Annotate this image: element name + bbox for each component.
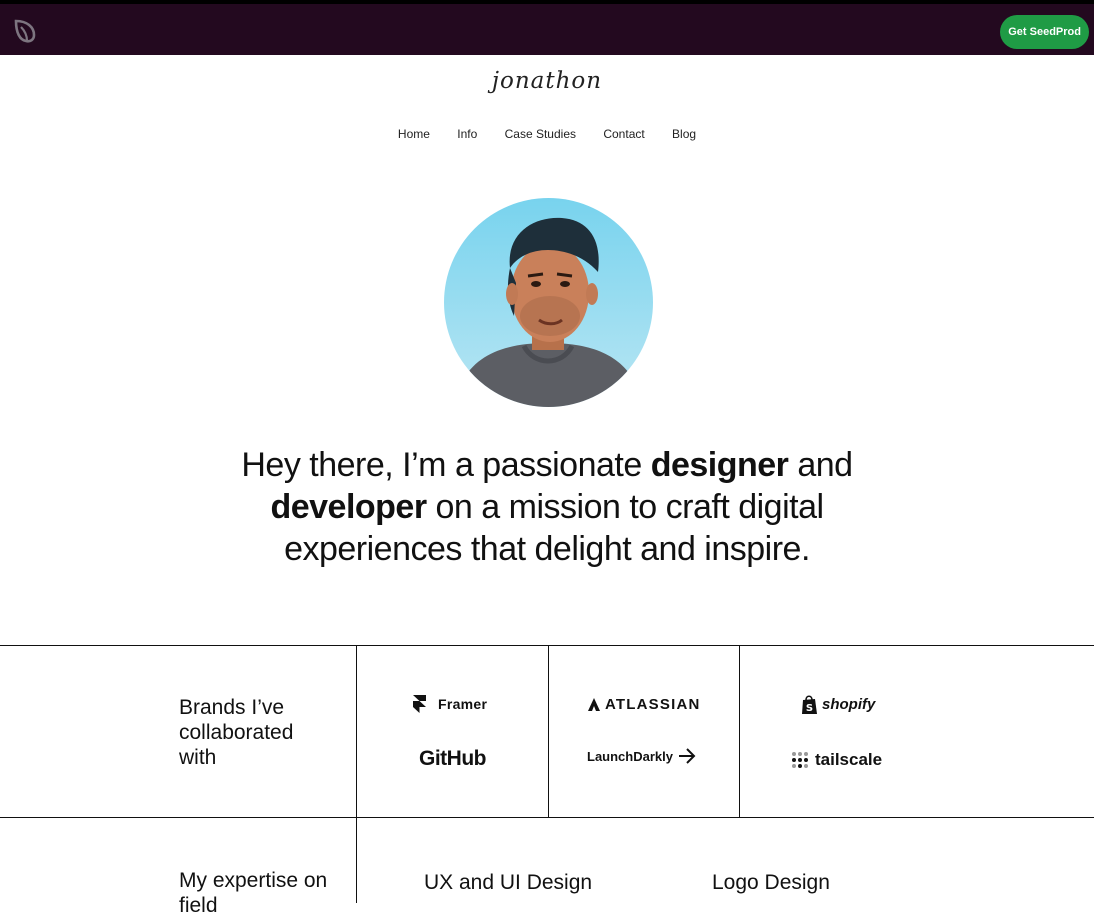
- hero-bold-developer: developer: [270, 488, 427, 526]
- profile-photo: [444, 198, 653, 407]
- get-seedprod-button[interactable]: Get SeedProd: [1000, 15, 1089, 49]
- brands-label-line: collaborated: [179, 721, 294, 744]
- skill-ux-ui-design: UX and UI Design: [424, 871, 593, 894]
- expertise-label-line: My expertise on: [179, 869, 328, 892]
- brands-label-line: Brands I’ve: [179, 696, 285, 719]
- nav-item-blog[interactable]: Blog: [672, 127, 696, 141]
- framer-logo-text: Framer: [438, 696, 488, 712]
- hero-bold-designer: designer: [650, 446, 789, 484]
- nav-item-info[interactable]: Info: [457, 127, 477, 141]
- divider-top: [0, 645, 1094, 646]
- column-divider-3: [739, 645, 740, 817]
- column-divider-1: [356, 645, 357, 903]
- hero-text-part-1: Hey there, I’m a passionate: [241, 446, 651, 484]
- github-logo-text: GitHub: [419, 747, 486, 770]
- tailscale-logo-text: tailscale: [815, 750, 883, 769]
- hero-text-part-4: experiences that delight and inspire.: [284, 530, 810, 568]
- atlassian-icon: [588, 698, 600, 711]
- hero-text-part-2: and: [788, 446, 853, 484]
- seedprod-leaf-icon[interactable]: [13, 18, 37, 44]
- launchdarkly-logo: LaunchDarkly: [587, 747, 697, 765]
- divider-middle: [0, 817, 1094, 818]
- main-nav: Home Info Case Studies Contact Blog: [0, 127, 1094, 141]
- nav-item-case-studies[interactable]: Case Studies: [505, 127, 576, 141]
- expertise-label-line: field: [179, 894, 218, 917]
- brands-section-label: Brands I’ve collaborated with: [179, 695, 293, 770]
- shopify-logo: S shopify: [801, 694, 875, 715]
- site-logo-text[interactable]: jonathon: [0, 68, 1094, 94]
- skill-logo-design: Logo Design: [712, 871, 830, 894]
- shopify-bag-icon: S: [802, 695, 817, 714]
- atlassian-logo: ATLASSIAN: [587, 696, 701, 713]
- hero-statement: Hey there, I’m a passionate designer and…: [200, 444, 894, 570]
- hero-text-part-3: on a mission to craft digital: [426, 488, 825, 526]
- launchdarkly-arrow-icon: [678, 748, 696, 764]
- nav-item-home[interactable]: Home: [398, 127, 430, 141]
- framer-icon: [413, 695, 426, 713]
- atlassian-logo-text: ATLASSIAN: [605, 696, 701, 713]
- top-bar: Get SeedProd: [0, 0, 1094, 55]
- framer-logo: Framer: [412, 694, 487, 714]
- nav-item-contact[interactable]: Contact: [603, 127, 644, 141]
- github-logo: GitHub: [419, 747, 486, 771]
- brands-label-line: with: [179, 746, 217, 769]
- tailscale-logo: tailscale: [791, 750, 882, 770]
- tailscale-dots-icon: [792, 752, 808, 768]
- svg-text:S: S: [806, 703, 813, 714]
- launchdarkly-logo-text: LaunchDarkly: [587, 748, 673, 764]
- shopify-logo-text: shopify: [822, 696, 876, 713]
- expertise-section-label: My expertise on field: [179, 868, 327, 918]
- column-divider-2: [548, 645, 549, 817]
